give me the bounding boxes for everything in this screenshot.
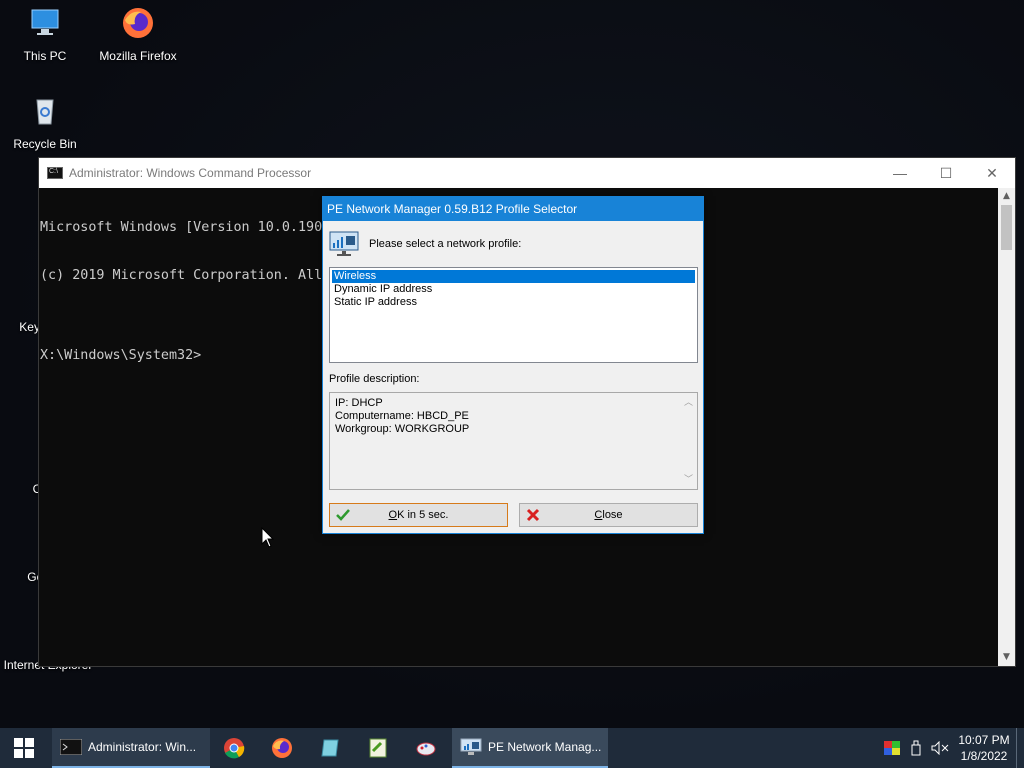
desktop-icon-label: Mozilla Firefox xyxy=(99,49,177,63)
description-scrollbar[interactable]: ︿ ﹀ xyxy=(681,393,697,489)
taskbar-app-pe-network-manager[interactable]: PE Network Manag... xyxy=(452,728,608,768)
windows-logo-icon xyxy=(14,738,34,758)
taskbar-app-cmd[interactable]: Administrator: Win... xyxy=(52,728,210,768)
notepad-icon xyxy=(321,739,339,757)
profile-item-static-ip[interactable]: Static IP address xyxy=(332,296,695,309)
desktop-icon-label: Recycle Bin xyxy=(13,137,77,151)
profile-item-dynamic-ip[interactable]: Dynamic IP address xyxy=(332,283,695,296)
desktop-icon-firefox[interactable]: Mozilla Firefox xyxy=(93,6,183,63)
cmd-titlebar[interactable]: Administrator: Windows Command Processor… xyxy=(39,158,1015,188)
this-pc-icon xyxy=(31,9,59,35)
taskbar-pinned-editor[interactable] xyxy=(354,728,402,768)
taskbar: Administrator: Win... PE Network Manag..… xyxy=(0,728,1024,768)
chevron-up-icon[interactable]: ︿ xyxy=(684,396,693,409)
maximize-button[interactable]: ☐ xyxy=(923,158,969,188)
cmd-icon xyxy=(47,167,63,179)
profile-selector-dialog[interactable]: PE Network Manager 0.59.B12 Profile Sele… xyxy=(322,196,704,534)
taskbar-pinned-chrome[interactable] xyxy=(210,728,258,768)
profile-list[interactable]: Wireless Dynamic IP address Static IP ad… xyxy=(329,267,698,363)
ok-button-label: OK in 5 sec. xyxy=(388,509,449,521)
cmd-title: Administrator: Windows Command Processor xyxy=(69,166,312,180)
recycle-bin-icon xyxy=(36,99,54,125)
editor-icon xyxy=(369,738,387,758)
profile-prompt: Please select a network profile: xyxy=(369,238,522,250)
scroll-thumb[interactable] xyxy=(1001,205,1012,250)
profile-description[interactable]: IP: DHCP Computername: HBCD_PE Workgroup… xyxy=(329,392,698,490)
ok-button[interactable]: OK in 5 sec. xyxy=(329,503,508,527)
clock-time: 10:07 PM xyxy=(958,733,1010,747)
system-tray: 10:07 PM 1/8/2022 xyxy=(880,728,1024,768)
taskbar-pinned-notepad[interactable] xyxy=(306,728,354,768)
profile-item-wireless[interactable]: Wireless xyxy=(332,270,695,283)
taskbar-app-label: Administrator: Win... xyxy=(88,740,197,754)
mouse-cursor-icon xyxy=(261,527,275,548)
taskbar-clock[interactable]: 10:07 PM 1/8/2022 xyxy=(952,732,1016,764)
paint-icon xyxy=(416,742,436,756)
desktop-icon-label: This PC xyxy=(23,49,67,63)
volume-muted-icon[interactable] xyxy=(928,728,952,768)
close-button[interactable]: ✕ xyxy=(969,158,1015,188)
scroll-up-arrow-icon[interactable]: ▲ xyxy=(998,188,1015,205)
description-line: Computername: HBCD_PE xyxy=(335,410,469,422)
tray-color-icon[interactable] xyxy=(880,728,904,768)
chrome-icon xyxy=(224,738,245,759)
show-desktop-button[interactable] xyxy=(1016,728,1024,768)
network-manager-icon xyxy=(329,231,359,256)
desktop-icon-this-pc[interactable]: This PC xyxy=(0,6,90,63)
dialog-titlebar[interactable]: PE Network Manager 0.59.B12 Profile Sele… xyxy=(323,197,703,221)
cmd-scrollbar[interactable]: ▲ ▼ xyxy=(998,188,1015,666)
close-dialog-button[interactable]: Close xyxy=(519,503,698,527)
start-button[interactable] xyxy=(0,728,48,768)
taskbar-pinned-paint[interactable] xyxy=(402,728,450,768)
taskbar-pinned-firefox[interactable] xyxy=(258,728,306,768)
dialog-header: Please select a network profile: xyxy=(329,231,521,257)
description-label: Profile description: xyxy=(329,373,420,385)
network-manager-icon xyxy=(460,738,482,755)
taskbar-app-label: PE Network Manag... xyxy=(488,740,602,754)
red-x-icon xyxy=(526,508,540,522)
description-line: Workgroup: WORKGROUP xyxy=(335,423,470,435)
cmd-icon xyxy=(60,739,82,755)
firefox-icon xyxy=(272,738,292,758)
minimize-button[interactable]: — xyxy=(877,158,923,188)
close-button-label: Close xyxy=(594,509,623,521)
description-line: IP: DHCP xyxy=(335,397,383,409)
scroll-down-arrow-icon[interactable]: ▼ xyxy=(998,649,1015,666)
dialog-title: PE Network Manager 0.59.B12 Profile Sele… xyxy=(327,202,578,216)
desktop-icon-recycle-bin[interactable]: Recycle Bin xyxy=(0,94,90,151)
checkmark-icon xyxy=(336,509,350,521)
firefox-icon xyxy=(123,8,153,38)
chevron-down-icon[interactable]: ﹀ xyxy=(684,473,693,486)
clock-date: 1/8/2022 xyxy=(960,749,1008,763)
usb-drive-icon[interactable] xyxy=(904,728,928,768)
